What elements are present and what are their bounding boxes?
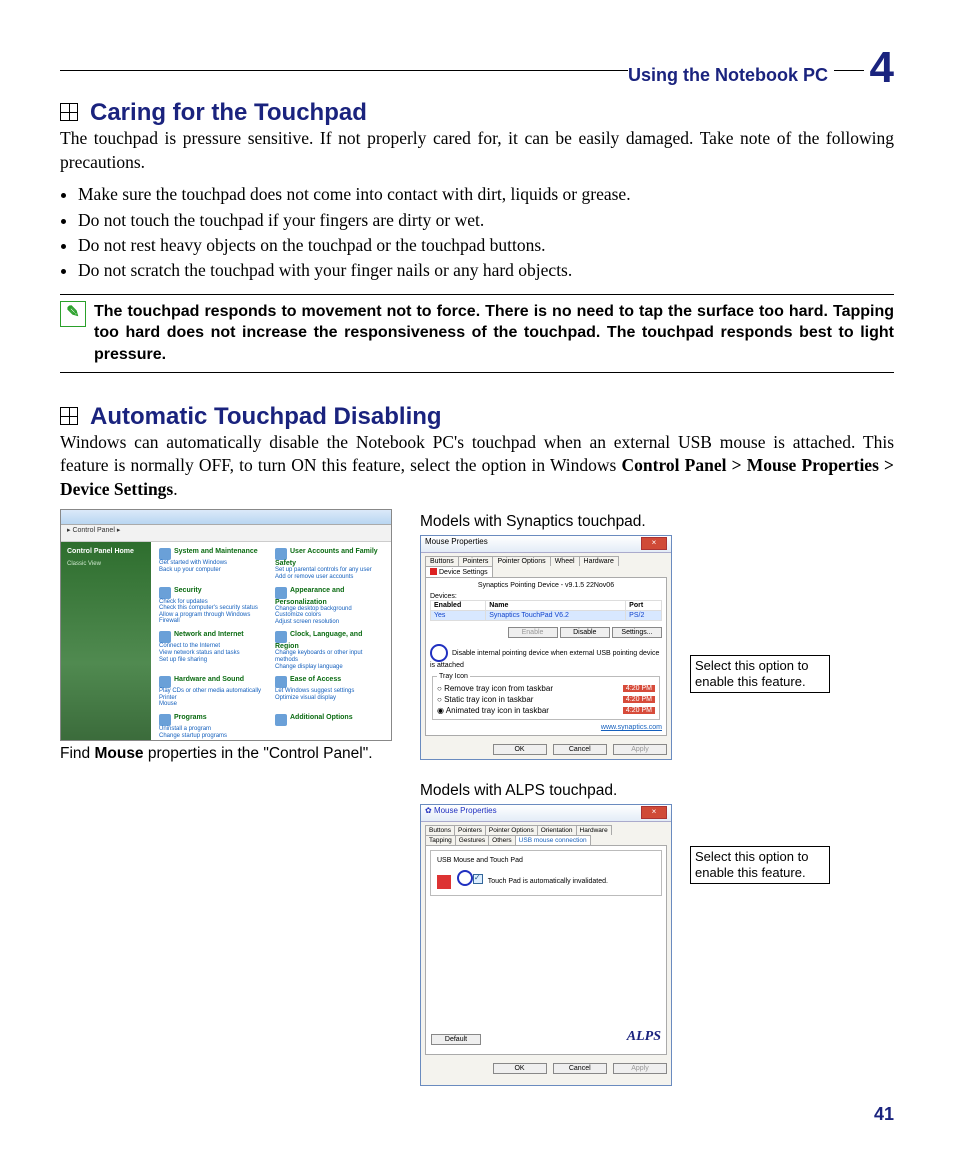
tab[interactable]: Tapping [425,835,456,845]
bullet: Make sure the touchpad does not come int… [78,182,894,207]
breadcrumb: ▸ Control Panel ▸ [61,525,391,542]
chapter-number: 4 [864,43,894,93]
cp-category[interactable]: Hardware and SoundPlay CDs or other medi… [159,676,267,708]
category-icon [275,631,287,643]
tab[interactable]: Pointers [458,556,494,566]
category-icon [275,587,287,599]
tray-legend: Tray Icon [437,673,470,680]
tab[interactable]: Buttons [425,556,459,566]
sidebar-title: Control Panel Home [67,548,145,555]
category-icon [159,631,171,643]
synaptics-dialog: Mouse Properties × ButtonsPointersPointe… [420,535,672,760]
devices-table: EnabledNamePort YesSynaptics TouchPad V6… [430,600,662,621]
dialog-title: Mouse Properties [425,537,488,546]
default-button[interactable]: Default [431,1034,481,1045]
close-icon[interactable]: × [641,806,667,819]
alps-dialog: ✿ Mouse Properties × ButtonsPointersPoin… [420,804,672,1086]
cancel-button[interactable]: Cancel [553,1063,607,1074]
cp-category[interactable]: System and MaintenanceGet started with W… [159,548,267,580]
cp-caption: Find Mouse properties in the "Control Pa… [60,745,400,763]
tray-option[interactable]: ◉ Animated tray icon in taskbar [437,706,549,715]
tray-option[interactable]: ○ Static tray icon in taskbar [437,695,533,704]
tab[interactable]: Hardware [579,556,619,566]
tab[interactable]: Orientation [537,825,577,835]
category-icon [159,676,171,688]
caring-intro: The touchpad is pressure sensitive. If n… [60,127,894,174]
bullet: Do not rest heavy objects on the touchpa… [78,233,894,258]
category-icon [159,714,171,726]
tab[interactable]: Others [488,835,516,845]
synaptics-header: Models with Synaptics touchpad. [420,513,894,531]
disable-button[interactable]: Disable [560,627,610,638]
bullet: Do not scratch the touchpad with your fi… [78,258,894,283]
disable-checkbox[interactable]: Disable internal pointing device when ex… [430,644,662,669]
tab[interactable]: Hardware [576,825,612,835]
bullet: Do not touch the touchpad if your finger… [78,208,894,233]
tab[interactable]: Pointer Options [485,825,538,835]
time-badge: 4:20 PM [623,696,655,703]
disabling-intro: Windows can automatically disable the No… [60,431,894,502]
dialog-title: ✿ Mouse Properties [425,806,497,815]
tab-device-settings[interactable]: Device Settings [425,566,493,577]
callout-synaptics: Select this option to enable this featur… [690,655,830,692]
note-box: ✎ The touchpad responds to movement not … [60,294,894,373]
category-icon [275,714,287,726]
settings-button[interactable]: Settings... [612,627,662,638]
version-label: Synaptics Pointing Device - v9.1.5 22Nov… [430,582,662,589]
tab[interactable]: Gestures [455,835,489,845]
cp-category[interactable]: Network and InternetConnect to the Inter… [159,631,267,670]
tab-usb-mouse-connection[interactable]: USB mouse connection [515,835,591,845]
cp-category[interactable]: Clock, Language, and RegionChange keyboa… [275,631,383,670]
cp-category[interactable]: Additional Options [275,714,383,739]
alps-header: Models with ALPS touchpad. [420,782,894,800]
section-icon [60,103,78,121]
category-icon [275,676,287,688]
devices-label: Devices: [430,593,662,600]
tab-bar: ButtonsPointersPointer OptionsWheelHardw… [421,553,671,577]
sidebar-link: Classic View [67,561,145,567]
synaptics-link[interactable]: www.synaptics.com [430,724,662,731]
category-icon [159,548,171,560]
heading-disabling: Automatic Touchpad Disabling [90,403,442,430]
apply-button[interactable]: Apply [613,744,667,755]
time-badge: 4:20 PM [623,685,655,692]
category-icon [275,548,287,560]
mouse-icon [437,875,451,889]
highlight-circle-icon [430,644,448,662]
category-icon [159,587,171,599]
apply-button[interactable]: Apply [613,1063,667,1074]
cancel-button[interactable]: Cancel [553,744,607,755]
usb-group: USB Mouse and Touch Pad Touch Pad is aut… [430,850,662,895]
tab[interactable]: Buttons [425,825,455,835]
tab[interactable]: Wheel [550,556,580,566]
checkbox-label: Touch Pad is automatically invalidated. [488,878,608,885]
caring-bullets: Make sure the touchpad does not come int… [78,182,894,284]
group-label: USB Mouse and Touch Pad [437,857,655,864]
ok-button[interactable]: OK [493,744,547,755]
tab[interactable]: Pointers [454,825,486,835]
checkbox-icon[interactable] [473,874,483,884]
tab[interactable]: Pointer Options [492,556,550,566]
cp-category[interactable]: Appearance and PersonalizationChange des… [275,587,383,626]
header-section: Using the Notebook PC [628,65,834,86]
section-icon [60,407,78,425]
page-number: 41 [874,1104,894,1125]
cp-category[interactable]: Ease of AccessLet Windows suggest settin… [275,676,383,708]
note-icon: ✎ [60,301,86,327]
cp-category[interactable]: User Accounts and Family SafetySet up pa… [275,548,383,580]
cp-category[interactable]: ProgramsUninstall a programChange startu… [159,714,267,739]
callout-alps: Select this option to enable this featur… [690,846,830,883]
close-icon[interactable]: × [641,537,667,550]
heading-caring: Caring for the Touchpad [90,99,367,126]
tray-option[interactable]: ○ Remove tray icon from taskbar [437,684,553,693]
alps-brand: ALPS [627,1029,661,1045]
ok-button[interactable]: OK [493,1063,547,1074]
cp-category[interactable]: SecurityCheck for updatesCheck this comp… [159,587,267,626]
time-badge: 4:20 PM [623,707,655,714]
highlight-circle-icon [457,870,473,886]
control-panel-screenshot: ▸ Control Panel ▸ Control Panel Home Cla… [60,509,392,741]
enable-button[interactable]: Enable [508,627,558,638]
note-text: The touchpad responds to movement not to… [94,303,894,363]
